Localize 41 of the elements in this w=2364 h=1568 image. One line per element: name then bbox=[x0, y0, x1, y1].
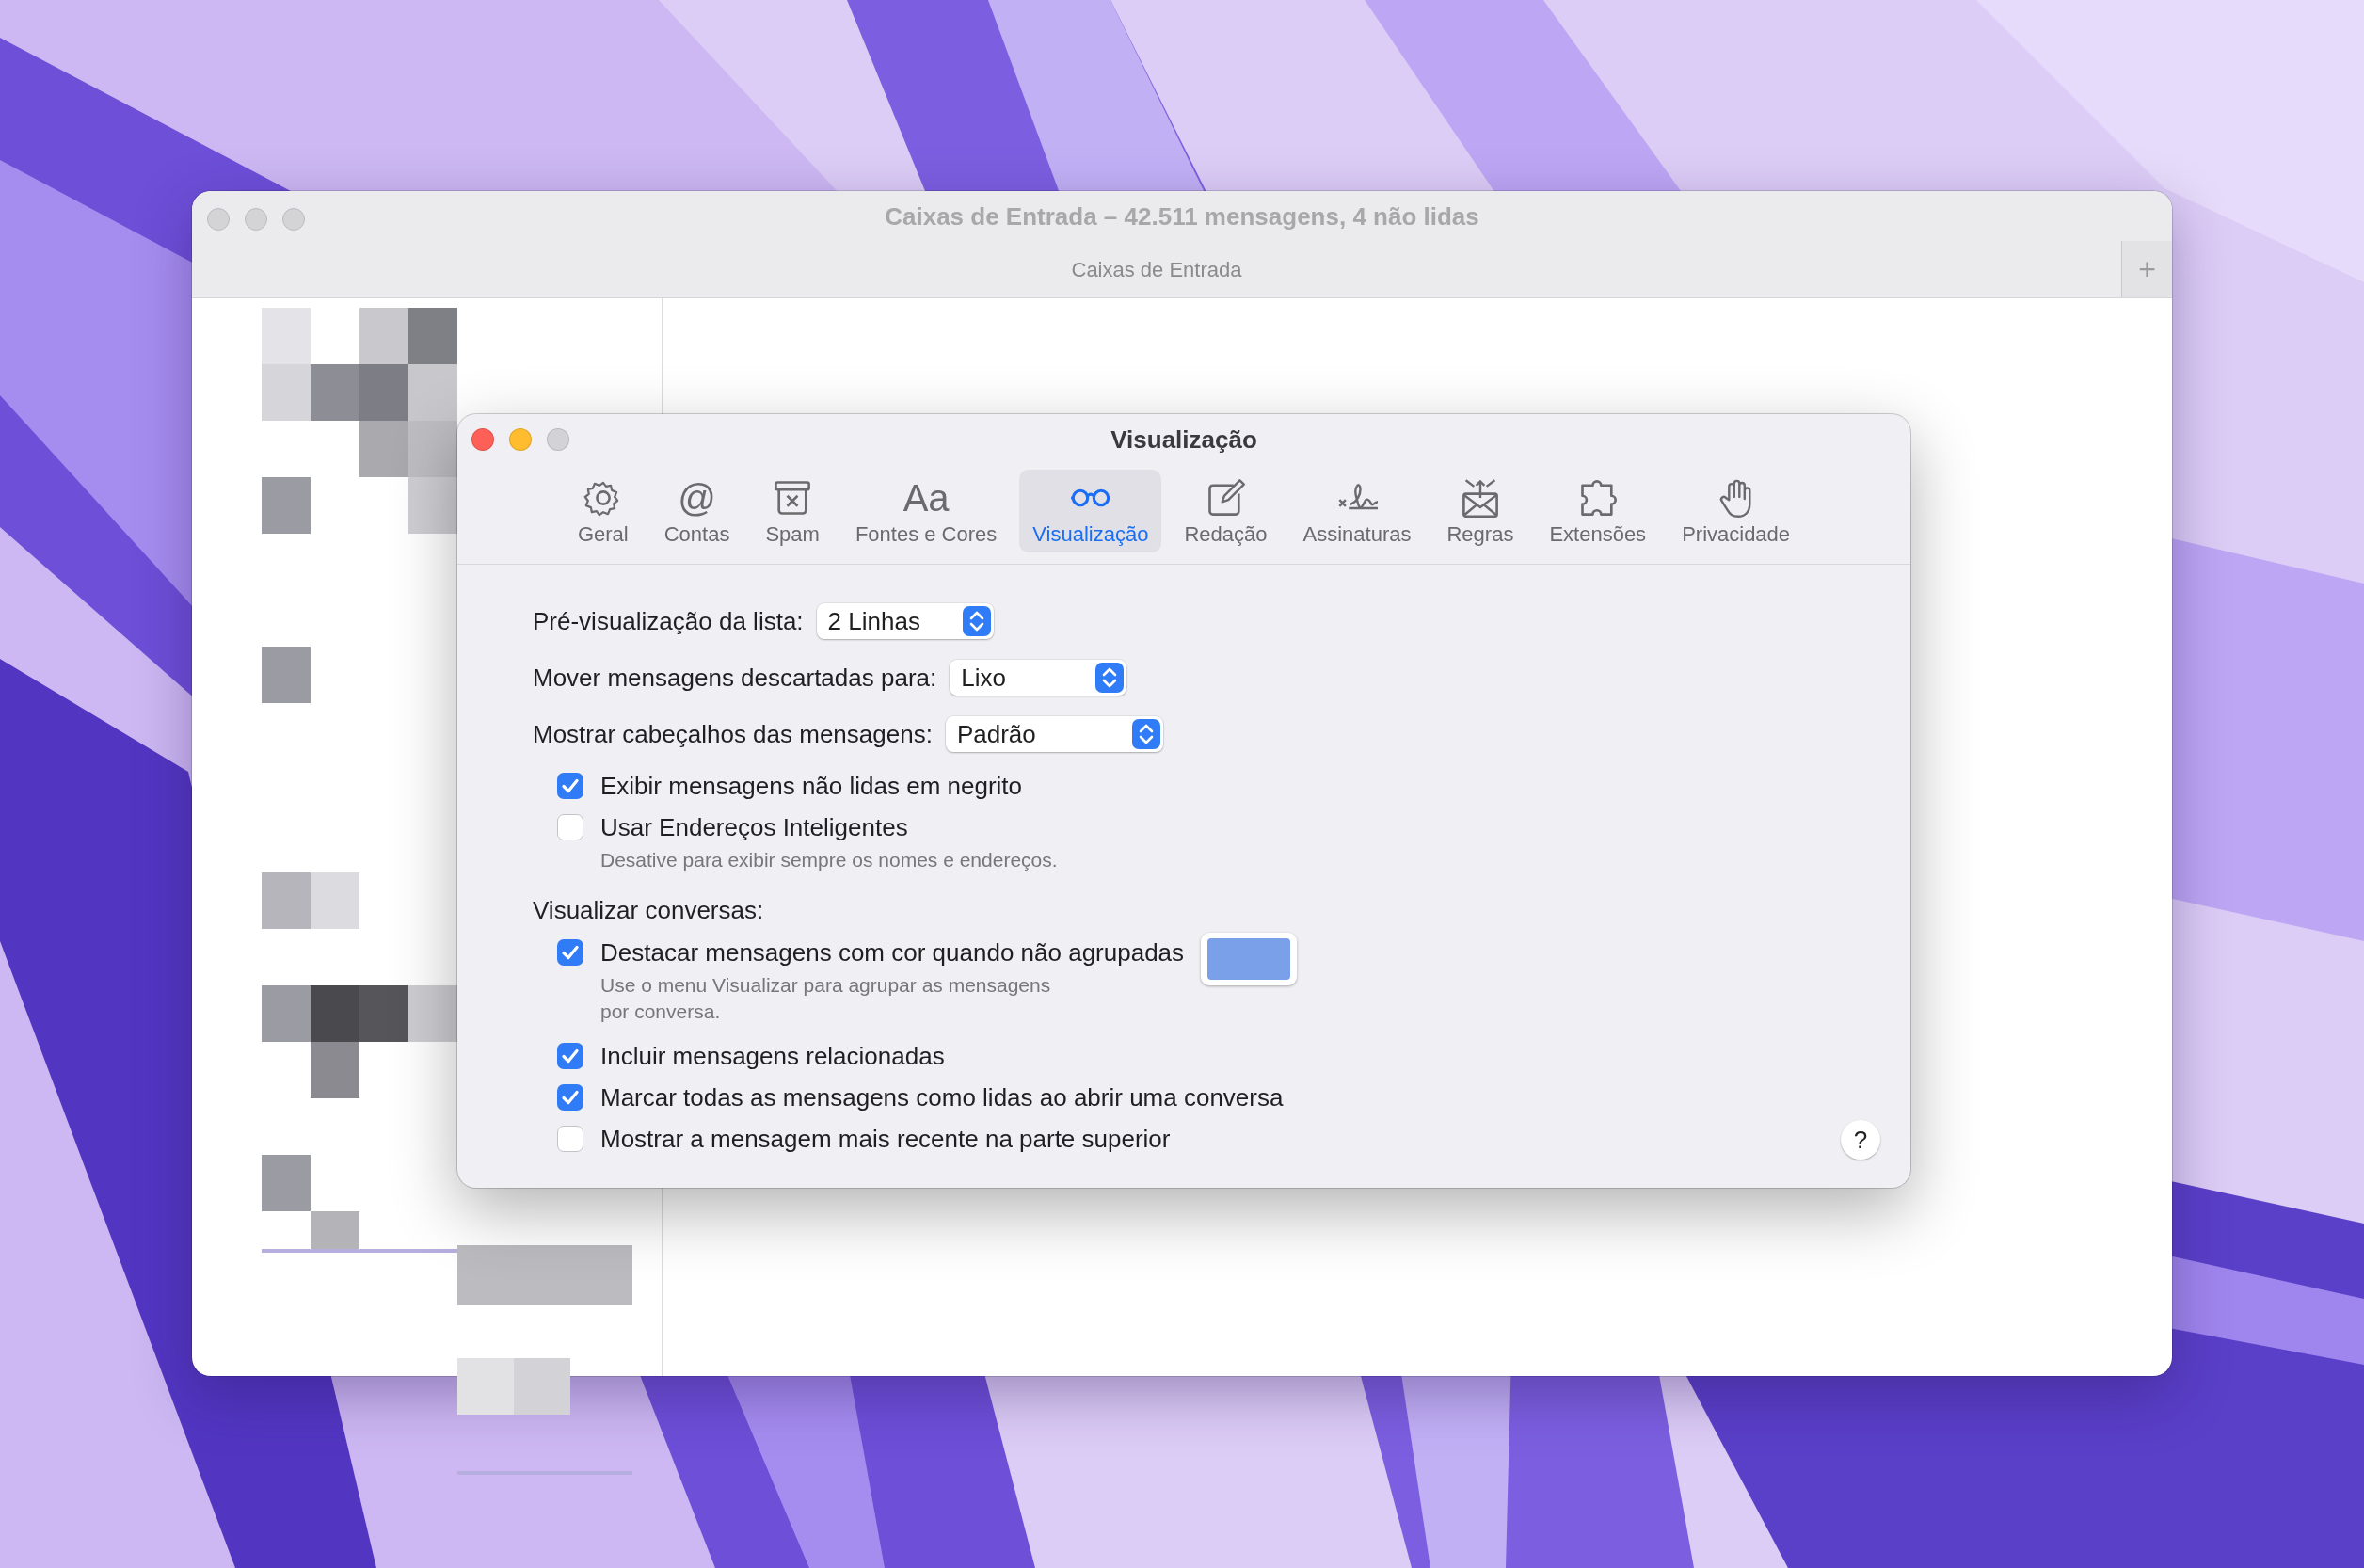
toolbar-tab[interactable]: @ Contas bbox=[650, 470, 743, 552]
checkbox-label: Exibir mensagens não lidas em negrito bbox=[600, 772, 1023, 800]
toolbar-tab[interactable]: Assinaturas bbox=[1289, 470, 1425, 552]
popup-button[interactable]: 2 Linhas bbox=[816, 603, 994, 639]
toolbar-tab[interactable]: Geral bbox=[564, 470, 642, 552]
field-label: Pré-visualização da lista: bbox=[533, 606, 804, 636]
hint-text: Desative para exibir sempre os nomes e endereços. bbox=[600, 848, 1058, 872]
glyph-icon: Aa bbox=[902, 477, 950, 519]
toolbar-tab[interactable]: Regras bbox=[1433, 470, 1527, 552]
checkbox[interactable] bbox=[557, 1043, 583, 1069]
hint-text: Use o menu Visualizar para agrupar as mensagens por conversa. bbox=[600, 973, 1052, 1024]
window-title: Caixas de Entrada – 42.511 mensagens, 4 não lidas bbox=[885, 202, 1479, 232]
checkbox[interactable] bbox=[557, 1126, 583, 1152]
field-label: Mover mensagens descartadas para: bbox=[533, 663, 937, 693]
checkbox-label: Marcar todas as mensagens como lidas ao abrir uma conversa bbox=[600, 1083, 1284, 1112]
zoom-button[interactable] bbox=[282, 208, 305, 231]
checkbox-label: Mostrar a mensagem mais recente na parte superior bbox=[600, 1125, 1171, 1153]
checkbox[interactable] bbox=[557, 814, 583, 840]
checkbox-label: Usar Endereços Inteligentes bbox=[600, 813, 909, 841]
checkbox-label: Incluir mensagens relacionadas bbox=[600, 1042, 945, 1070]
checkbox-label: Destacar mensagens com cor quando não agrupadas bbox=[600, 938, 1185, 967]
toolbar-tab[interactable]: Visualização bbox=[1019, 470, 1162, 552]
toolbar-tab[interactable]: Aa Fontes e Cores bbox=[841, 470, 1011, 552]
checkbox[interactable] bbox=[557, 939, 583, 966]
toolbar-tab[interactable]: Spam bbox=[752, 470, 833, 552]
close-button[interactable] bbox=[207, 208, 230, 231]
popup-button[interactable]: Padrão bbox=[945, 716, 1163, 752]
toolbar-tab[interactable]: Redação bbox=[1171, 470, 1281, 552]
toolbar-tab[interactable]: Privacidade bbox=[1669, 470, 1804, 552]
checkbox[interactable] bbox=[557, 773, 583, 799]
help-button[interactable]: ? bbox=[1841, 1120, 1880, 1160]
color-well[interactable] bbox=[1201, 933, 1298, 985]
tab[interactable]: Caixas de Entrada bbox=[192, 241, 2121, 297]
popup-button[interactable]: Lixo bbox=[950, 660, 1127, 696]
toolbar-tab[interactable]: Extensões bbox=[1536, 470, 1660, 552]
checkbox[interactable] bbox=[557, 1084, 583, 1111]
section-heading: Visualizar conversas: bbox=[533, 896, 765, 925]
glyph-icon: @ bbox=[678, 477, 716, 519]
minimize-button[interactable] bbox=[245, 208, 267, 231]
dialog-title: Visualização bbox=[1110, 425, 1257, 455]
field-label: Mostrar cabeçalhos das mensagens: bbox=[533, 719, 933, 749]
